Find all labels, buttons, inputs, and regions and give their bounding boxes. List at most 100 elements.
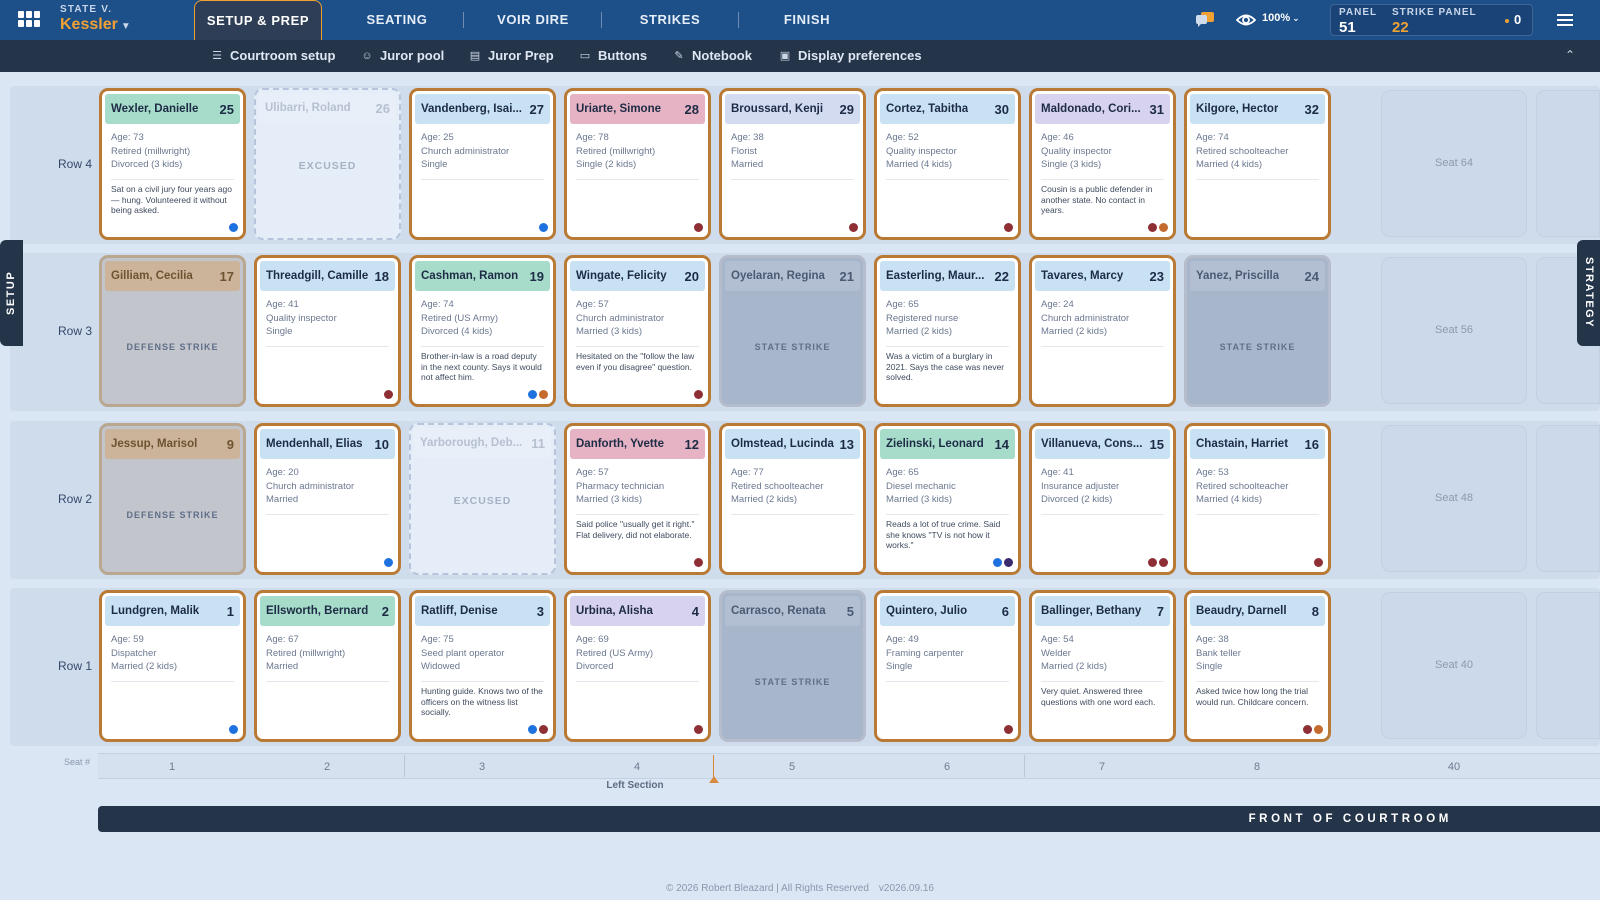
chat-icon[interactable]: [1195, 11, 1215, 28]
juror-card[interactable]: Gilliam, Cecilia 17 DEFENSE STRIKE: [99, 255, 246, 407]
tag-dot-icon[interactable]: [528, 725, 537, 734]
juror-card[interactable]: Cashman, Ramon 19 Age: 74 Retired (US Army)…: [409, 255, 556, 407]
juror-card[interactable]: Vandenberg, Isai... 27 Age: 25 Church admin…: [409, 88, 556, 240]
tag-dot-icon[interactable]: [1148, 223, 1157, 232]
juror-card[interactable]: Broussard, Kenji 29 Age: 38 Florist Married: [719, 88, 866, 240]
subnav-courtroom-setup[interactable]: ☰ Courtroom setup: [210, 48, 335, 64]
tag-dot-icon[interactable]: [1148, 558, 1157, 567]
juror-card[interactable]: Chastain, Harriet 16 Age: 53 Retired school…: [1184, 423, 1331, 575]
tag-dot-icon[interactable]: [694, 223, 703, 232]
juror-detail-line: Retired schoolteacher: [731, 480, 824, 492]
subnav-notebook[interactable]: ✎ Notebook: [672, 48, 752, 64]
juror-card[interactable]: Threadgill, Camille 18 Age: 41 Quality insp…: [254, 255, 401, 407]
juror-card[interactable]: Kilgore, Hector 32 Age: 74 Retired schoolte…: [1184, 88, 1331, 240]
juror-card[interactable]: Wingate, Felicity 20 Age: 57 Church adminis…: [564, 255, 711, 407]
tab-voir-dire[interactable]: VOIR DIRE: [480, 0, 586, 40]
tag-dot-icon[interactable]: [993, 558, 1002, 567]
version: v2026.09.16: [878, 883, 934, 894]
tag-dot-icon[interactable]: [1004, 558, 1013, 567]
panel-counter[interactable]: PANEL 51 STRIKE PANEL 22 0: [1330, 4, 1533, 36]
tag-dot-icon[interactable]: [539, 390, 548, 399]
juror-card[interactable]: Ellsworth, Bernard 2 Age: 67 Retired (millw…: [254, 590, 401, 742]
tag-dot-icon[interactable]: [1004, 223, 1013, 232]
juror-card[interactable]: Zielinski, Leonard 14 Age: 65 Diesel mechan…: [874, 423, 1021, 575]
case-selector[interactable]: Kessler ▼: [60, 16, 131, 34]
juror-card[interactable]: Lundgren, Malik 1 Age: 59 Dispatcher Married…: [99, 590, 246, 742]
tag-dot-icon[interactable]: [1303, 725, 1312, 734]
section-marker-arrow-icon[interactable]: [709, 776, 719, 783]
juror-header: Ballinger, Bethany 7: [1035, 596, 1170, 626]
tab-seating[interactable]: SEATING: [344, 0, 450, 40]
juror-name: Wingate, Felicity: [576, 270, 667, 282]
zoom-selector[interactable]: 100% ⌄: [1262, 12, 1300, 24]
empty-seat[interactable]: [1536, 90, 1600, 237]
tag-dot-icon[interactable]: [1314, 558, 1323, 567]
juror-detail-line: Married (2 kids): [1041, 326, 1107, 337]
chevron-up-icon[interactable]: ⌃: [1565, 48, 1575, 62]
tag-dot-icon[interactable]: [1159, 558, 1168, 567]
tag-dot-icon[interactable]: [384, 390, 393, 399]
juror-details: Age: 41 Insurance adjuster Divorced (2 kid…: [1032, 462, 1173, 514]
juror-detail-line: Framing carpenter: [886, 647, 964, 659]
tab-setup-prep[interactable]: SETUP & PREP: [194, 0, 322, 40]
app-grid-icon[interactable]: [18, 11, 41, 29]
divider: [266, 681, 389, 682]
juror-detail-line: Age: 65: [886, 299, 919, 310]
juror-card[interactable]: Jessup, Marisol 9 DEFENSE STRIKE: [99, 423, 246, 575]
juror-card[interactable]: Ballinger, Bethany 7 Age: 54 Welder Married …: [1029, 590, 1176, 742]
juror-card[interactable]: Quintero, Julio 6 Age: 49 Framing carpenter…: [874, 590, 1021, 742]
tag-dot-icon[interactable]: [1004, 725, 1013, 734]
subnav-display-preferences[interactable]: ▣ Display preferences: [778, 48, 922, 64]
juror-card[interactable]: Wexler, Danielle 25 Age: 73 Retired (millwr…: [99, 88, 246, 240]
setup-side-tab[interactable]: SETUP: [0, 240, 23, 346]
juror-card[interactable]: Uriarte, Simone 28 Age: 78 Retired (millwri…: [564, 88, 711, 240]
subnav-juror-prep[interactable]: ▤ Juror Prep: [468, 48, 554, 64]
strategy-side-tab[interactable]: STRATEGY: [1577, 240, 1600, 346]
juror-card[interactable]: Carrasco, Renata 5 STATE STRIKE: [719, 590, 866, 742]
juror-card[interactable]: Urbina, Alisha 4 Age: 69 Retired (US Army) D…: [564, 590, 711, 742]
tab-finish[interactable]: FINISH: [754, 0, 860, 40]
tag-dot-icon[interactable]: [1159, 223, 1168, 232]
juror-card[interactable]: Ulibarri, Roland 26 EXCUSED: [254, 88, 401, 240]
juror-tags: [229, 223, 238, 232]
juror-card[interactable]: Yarborough, Deb... 11 EXCUSED: [409, 423, 556, 575]
section-marker[interactable]: [713, 755, 714, 777]
empty-seat[interactable]: Seat 48: [1381, 425, 1527, 572]
tag-dot-icon[interactable]: [694, 558, 703, 567]
juror-card[interactable]: Beaudry, Darnell 8 Age: 38 Bank teller Singl…: [1184, 590, 1331, 742]
subnav-juror-pool[interactable]: ☺ Juror pool: [360, 48, 444, 64]
juror-card[interactable]: Maldonado, Cori... 31 Age: 46 Quality inspe…: [1029, 88, 1176, 240]
menu-icon[interactable]: [1557, 14, 1573, 26]
juror-card[interactable]: Cortez, Tabitha 30 Age: 52 Quality inspecto…: [874, 88, 1021, 240]
juror-card[interactable]: Oyelaran, Regina 21 STATE STRIKE: [719, 255, 866, 407]
juror-card[interactable]: Easterling, Maur... 22 Age: 65 Registered n…: [874, 255, 1021, 407]
tab-strikes[interactable]: STRIKES: [617, 0, 723, 40]
tag-dot-icon[interactable]: [539, 725, 548, 734]
juror-card[interactable]: Mendenhall, Elias 10 Age: 20 Church adminis…: [254, 423, 401, 575]
juror-details: Age: 24 Church administrator Married (2 ki…: [1032, 294, 1173, 346]
tag-dot-icon[interactable]: [229, 223, 238, 232]
empty-seat[interactable]: Seat 56: [1381, 257, 1527, 404]
empty-seat[interactable]: Seat 40: [1381, 592, 1527, 739]
juror-card[interactable]: Ratliff, Denise 3 Age: 75 Seed plant operat…: [409, 590, 556, 742]
juror-card[interactable]: Tavares, Marcy 23 Age: 24 Church administra…: [1029, 255, 1176, 407]
subnav-buttons[interactable]: ▭ Buttons: [578, 48, 647, 64]
tag-dot-icon[interactable]: [694, 390, 703, 399]
tag-dot-icon[interactable]: [384, 558, 393, 567]
juror-detail-line: Age: 46: [1041, 132, 1074, 143]
tag-dot-icon[interactable]: [539, 223, 548, 232]
tag-dot-icon[interactable]: [528, 390, 537, 399]
juror-card[interactable]: Olmstead, Lucinda 13 Age: 77 Retired school…: [719, 423, 866, 575]
eye-icon[interactable]: [1236, 12, 1256, 28]
empty-seat[interactable]: [1536, 425, 1600, 572]
edit-icon: ✎: [674, 50, 684, 62]
tag-dot-icon[interactable]: [849, 223, 858, 232]
tag-dot-icon[interactable]: [1314, 725, 1323, 734]
juror-card[interactable]: Villanueva, Cons... 15 Age: 41 Insurance ad…: [1029, 423, 1176, 575]
empty-seat[interactable]: [1536, 592, 1600, 739]
juror-card[interactable]: Yanez, Priscilla 24 STATE STRIKE: [1184, 255, 1331, 407]
tag-dot-icon[interactable]: [694, 725, 703, 734]
juror-card[interactable]: Danforth, Yvette 12 Age: 57 Pharmacy techni…: [564, 423, 711, 575]
tag-dot-icon[interactable]: [229, 725, 238, 734]
empty-seat[interactable]: Seat 64: [1381, 90, 1527, 237]
